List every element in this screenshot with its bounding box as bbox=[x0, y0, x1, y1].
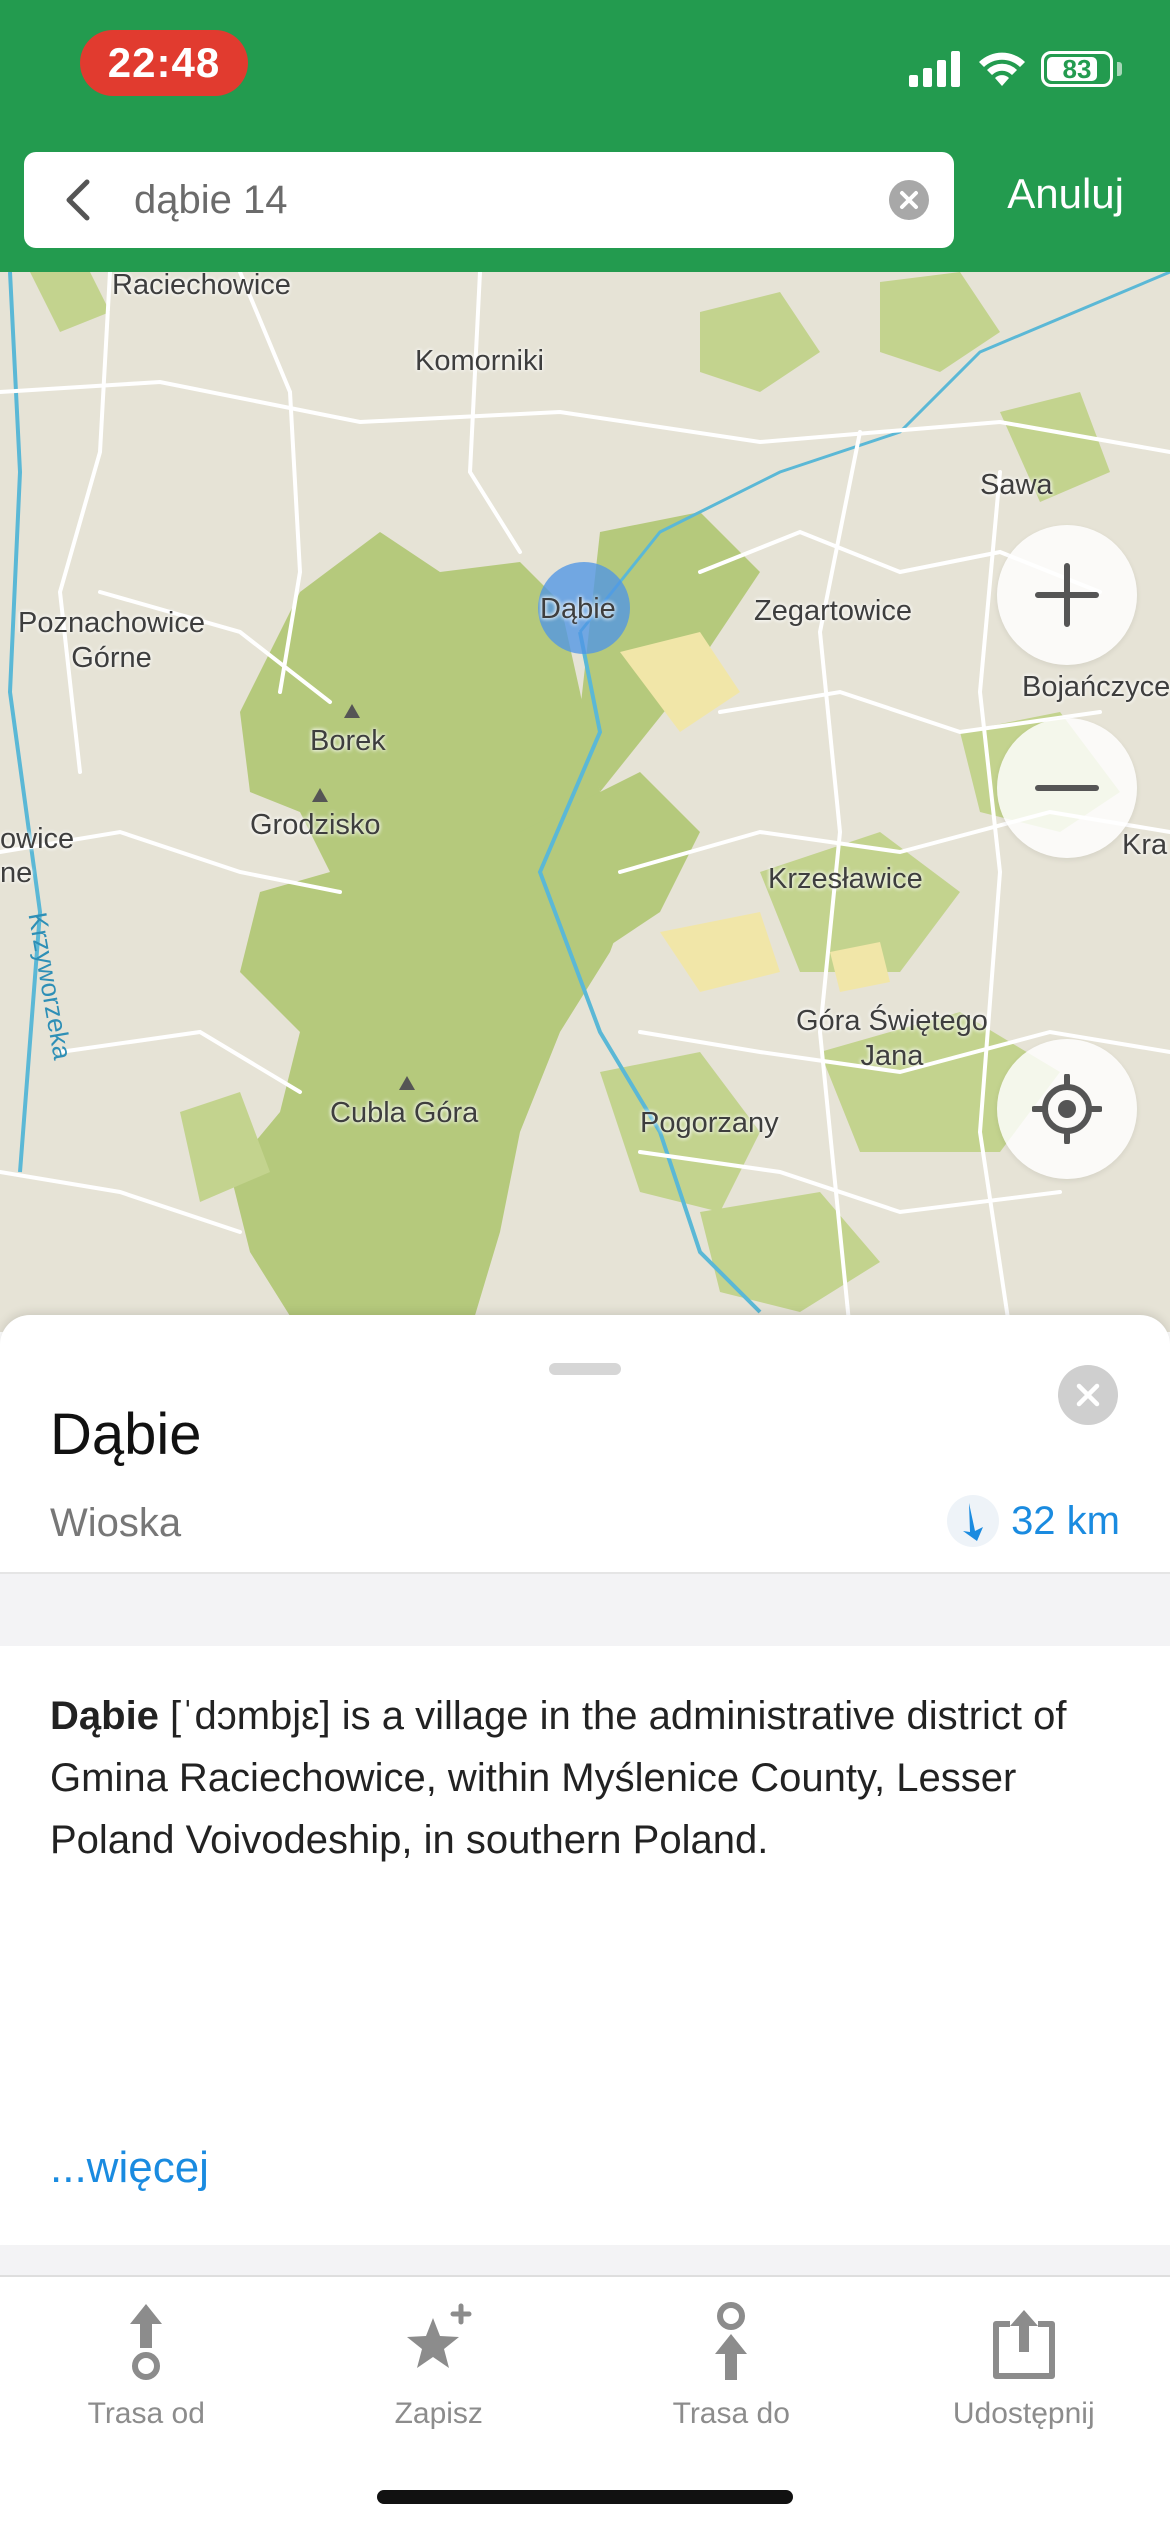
description-bold: Dąbie bbox=[50, 1694, 159, 1738]
map-terrain bbox=[0, 272, 1170, 1332]
locate-me-button[interactable] bbox=[997, 1039, 1137, 1179]
clear-search-icon[interactable] bbox=[864, 152, 954, 248]
map-label-cubla-gora: Cubla Góra bbox=[330, 1097, 479, 1129]
route-from-button[interactable]: Trasa od bbox=[0, 2277, 293, 2457]
direction-arrow-icon bbox=[947, 1495, 1000, 1547]
map-view[interactable]: Raciechowice Komorniki Sawa Poznachowice… bbox=[0, 272, 1170, 1332]
section-spacer bbox=[0, 2245, 1170, 2275]
status-icons: 83 bbox=[909, 44, 1122, 94]
distance-indicator: 32 km bbox=[947, 1495, 1120, 1547]
search-input[interactable]: dąbie 14 bbox=[134, 178, 864, 223]
map-label-pogorzany: Pogorzany bbox=[640, 1107, 779, 1139]
map-label-krzeslawice: Krzesławice bbox=[768, 863, 923, 895]
save-label: Zapisz bbox=[394, 2397, 483, 2430]
more-link[interactable]: ...więcej bbox=[50, 2143, 209, 2193]
map-label-borek: Borek bbox=[310, 725, 386, 757]
map-label-gora-swietego-jana: Góra Świętego Jana bbox=[796, 1005, 988, 1072]
battery-level: 83 bbox=[1062, 53, 1092, 84]
route-to-icon bbox=[686, 2297, 776, 2387]
star-add-icon bbox=[394, 2297, 484, 2387]
map-label-zegartowice: Zegartowice bbox=[754, 595, 912, 627]
map-label-kra: Kra bbox=[1122, 829, 1168, 861]
route-to-label: Trasa do bbox=[672, 2397, 790, 2430]
battery-icon: 83 bbox=[1041, 51, 1113, 87]
share-icon bbox=[979, 2297, 1069, 2387]
zoom-in-button[interactable] bbox=[997, 525, 1137, 665]
route-to-button[interactable]: Trasa do bbox=[585, 2277, 878, 2457]
map-label-raciechowice: Raciechowice bbox=[112, 272, 291, 301]
cancel-button[interactable]: Anuluj bbox=[1007, 170, 1124, 218]
map-label-sawa: Sawa bbox=[980, 469, 1053, 501]
section-spacer bbox=[0, 1574, 1170, 1646]
distance-value: 32 km bbox=[1011, 1498, 1120, 1543]
place-type: Wioska bbox=[50, 1501, 182, 1545]
close-sheet-button[interactable] bbox=[1058, 1365, 1118, 1425]
route-from-icon bbox=[101, 2297, 191, 2387]
map-label-grodzisko: Grodzisko bbox=[250, 809, 381, 841]
zoom-out-button[interactable] bbox=[997, 718, 1137, 858]
place-description: Dąbie [ˈdɔmbjɛ] is a village in the admi… bbox=[50, 1685, 1130, 1871]
peak-icon bbox=[312, 788, 328, 802]
back-arrow-icon[interactable] bbox=[24, 152, 134, 248]
wifi-icon bbox=[979, 52, 1025, 86]
action-toolbar: Trasa od Zapisz Trasa do Udostępnij bbox=[0, 2277, 1170, 2457]
share-button[interactable]: Udostępnij bbox=[878, 2277, 1170, 2457]
map-label-ne: ne bbox=[0, 857, 33, 889]
crosshair-icon bbox=[1032, 1074, 1102, 1144]
status-time: 22:48 bbox=[80, 30, 248, 96]
place-title: Dąbie bbox=[50, 1402, 202, 1467]
map-label-dabie: Dąbie bbox=[540, 593, 616, 625]
map-label-komorniki: Komorniki bbox=[415, 345, 544, 377]
share-label: Udostępnij bbox=[952, 2397, 1095, 2430]
home-indicator bbox=[377, 2490, 793, 2504]
peak-icon bbox=[344, 704, 360, 718]
plus-icon bbox=[1035, 563, 1099, 627]
map-label-bojanczyce: Bojańczyce bbox=[1022, 671, 1170, 703]
description-text: [ˈdɔmbjɛ] is a village in the administra… bbox=[50, 1694, 1067, 1862]
top-bar: 22:48 83 dąbie 14 Anuluj bbox=[0, 0, 1170, 272]
save-button[interactable]: Zapisz bbox=[293, 2277, 586, 2457]
minus-icon bbox=[1035, 785, 1099, 791]
drag-handle[interactable] bbox=[549, 1363, 621, 1375]
map-label-owice: owice bbox=[0, 823, 75, 855]
peak-icon bbox=[399, 1076, 415, 1090]
map-label-poznachowice: Poznachowice Górne bbox=[18, 607, 205, 674]
signal-icon bbox=[909, 51, 960, 87]
close-icon bbox=[1076, 1383, 1100, 1407]
route-from-label: Trasa od bbox=[87, 2397, 205, 2430]
search-field[interactable]: dąbie 14 bbox=[24, 152, 954, 248]
